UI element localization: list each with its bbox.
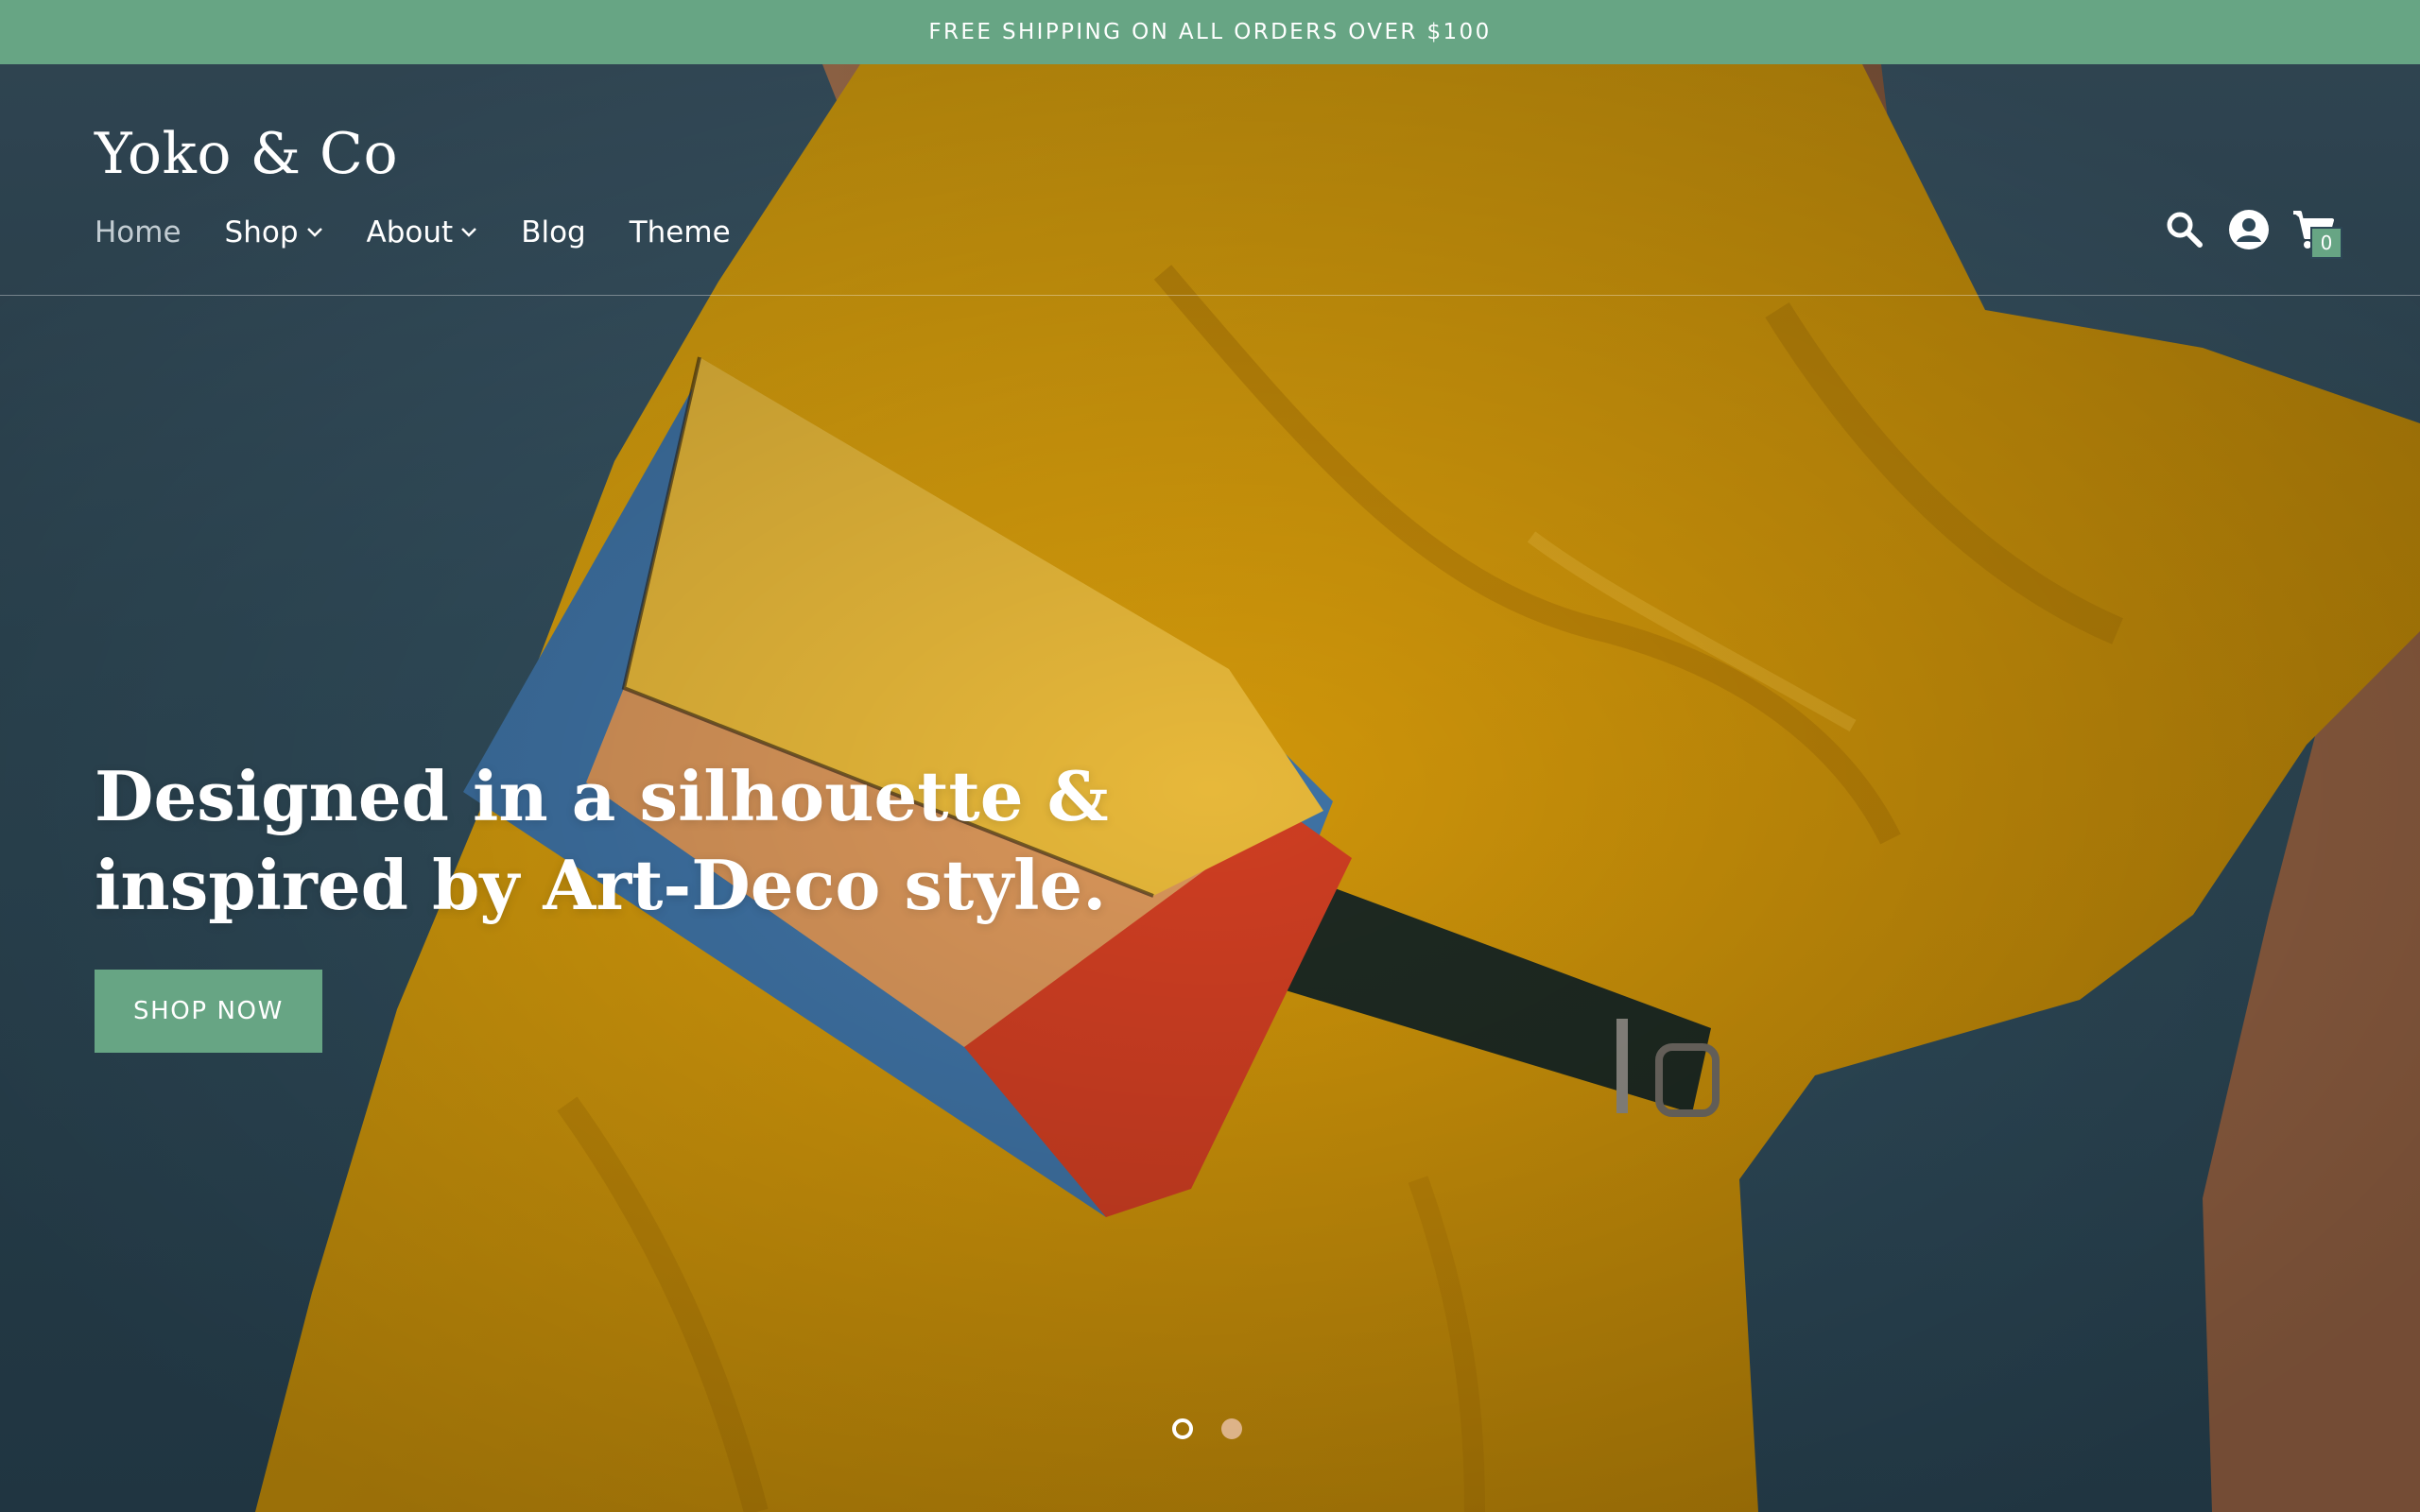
nav-item-label: About bbox=[366, 215, 454, 249]
chevron-down-icon bbox=[306, 228, 322, 237]
nav-item-about[interactable]: About bbox=[367, 215, 478, 249]
nav-item-home[interactable]: Home bbox=[95, 215, 182, 249]
nav-item-theme[interactable]: Theme bbox=[630, 215, 731, 249]
nav-item-blog[interactable]: Blog bbox=[521, 215, 586, 249]
site-header: Yoko & Co Home Shop About Blog Theme 0 bbox=[0, 64, 2420, 296]
nav-item-label: Home bbox=[95, 215, 182, 249]
account-icon bbox=[2229, 210, 2269, 249]
slide-dot-2[interactable] bbox=[1221, 1418, 1242, 1439]
cart-count-badge: 0 bbox=[2310, 227, 2342, 259]
slide-dot-1[interactable] bbox=[1172, 1418, 1193, 1439]
nav-item-label: Blog bbox=[521, 215, 586, 249]
search-button[interactable] bbox=[2163, 208, 2206, 251]
main-nav: Home Shop About Blog Theme bbox=[95, 215, 774, 249]
nav-item-label: Theme bbox=[629, 215, 731, 249]
shop-now-button[interactable]: SHOP NOW bbox=[95, 970, 322, 1053]
announcement-bar: FREE SHIPPING ON ALL ORDERS OVER $100 bbox=[0, 0, 2420, 64]
chevron-down-icon bbox=[461, 228, 477, 237]
search-icon bbox=[2167, 212, 2203, 248]
cart-button[interactable]: 0 bbox=[2291, 208, 2342, 259]
nav-item-shop[interactable]: Shop bbox=[225, 215, 323, 249]
account-button[interactable] bbox=[2227, 208, 2271, 251]
header-icons: 0 bbox=[2142, 208, 2342, 259]
slider-pagination bbox=[1172, 1418, 1270, 1439]
nav-item-label: Shop bbox=[224, 215, 299, 249]
announcement-text: FREE SHIPPING ON ALL ORDERS OVER $100 bbox=[928, 20, 1492, 44]
site-logo[interactable]: Yoko & Co bbox=[95, 121, 398, 187]
hero-title: Designed in a silhouette & inspired by A… bbox=[95, 756, 1109, 925]
page: FREE SHIPPING ON ALL ORDERS OVER $100 Yo… bbox=[0, 0, 2420, 1512]
